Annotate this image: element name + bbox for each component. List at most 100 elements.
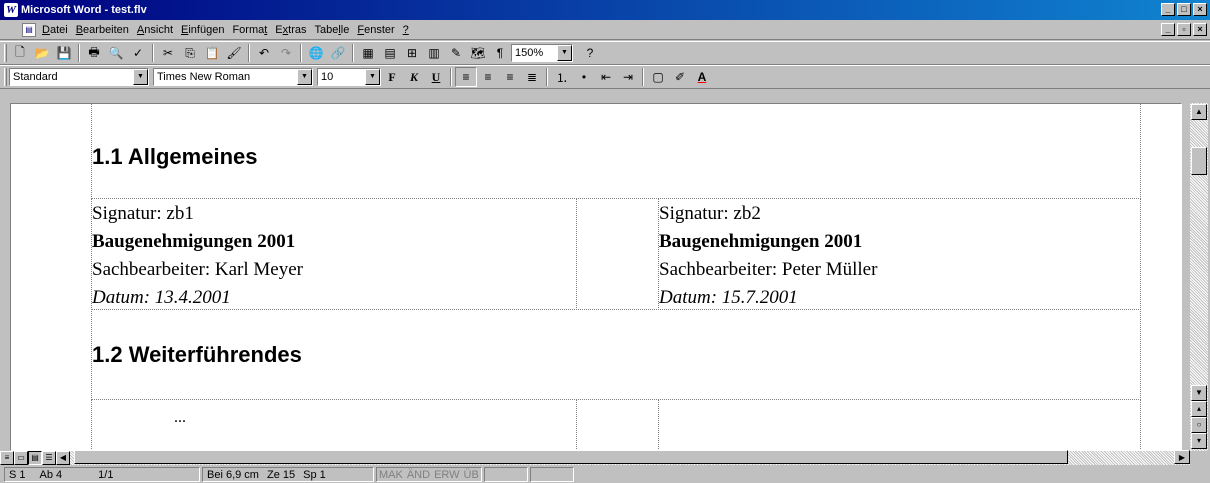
status-column: Sp 1 [303, 468, 326, 481]
toolbar-grip[interactable] [4, 44, 7, 62]
chevron-down-icon[interactable]: ▼ [297, 69, 312, 85]
format-painter-icon[interactable]: 🖌 [223, 43, 245, 63]
font-combo[interactable]: Times New Roman ▼ [153, 68, 313, 86]
status-page-panel[interactable]: S 1 Ab 4 1/1 [4, 467, 200, 482]
undo-icon[interactable]: ↶ [253, 43, 275, 63]
decrease-indent-icon[interactable]: ⇤ [595, 67, 617, 87]
redo-icon[interactable]: ↷ [275, 43, 297, 63]
table-cell-entry-3[interactable] [91, 399, 577, 450]
close-button[interactable]: × [1193, 3, 1207, 16]
heading-weiterfuehrendes: 1.2 Weiterführendes [92, 342, 302, 367]
doc-minimize-button[interactable]: _ [1161, 23, 1175, 36]
align-right-icon[interactable]: ≡ [499, 67, 521, 87]
chevron-down-icon[interactable]: ▼ [365, 69, 380, 85]
minimize-button[interactable]: _ [1161, 3, 1175, 16]
toolbar-separator [546, 68, 548, 86]
doc-close-button[interactable]: × [1193, 23, 1207, 36]
print-icon[interactable]: 🖶 [83, 43, 105, 63]
align-left-icon[interactable]: ≡ [455, 67, 477, 87]
document-page[interactable]: 1.1 Allgemeines Signatur: zb1 Baugenehmi… [11, 104, 1181, 450]
insert-excel-icon[interactable]: ⊞ [401, 43, 423, 63]
word-app-icon[interactable]: W [4, 3, 18, 17]
font-color-icon[interactable]: A [691, 67, 713, 87]
document-icon[interactable]: ▤ [22, 22, 36, 37]
maximize-button[interactable]: □ [1177, 3, 1191, 16]
drawing-icon[interactable]: ✎ [445, 43, 467, 63]
menu-help[interactable]: ? [399, 24, 413, 36]
chevron-down-icon[interactable]: ▼ [557, 45, 572, 61]
scroll-thumb-horizontal[interactable] [74, 450, 1068, 464]
entry-title: Baugenehmigungen 2001 [659, 231, 863, 252]
menu-bearbeiten[interactable]: Bearbeiten [72, 24, 133, 36]
horizontal-scrollbar[interactable]: ≡ ▭ ▤ ☰ ◀ ▶ [0, 450, 1190, 465]
table-cell-spacer[interactable] [576, 399, 659, 450]
bold-button[interactable]: F [381, 67, 403, 87]
menu-tabelle[interactable]: Tabelle [310, 24, 353, 36]
columns-icon[interactable]: ▥ [423, 43, 445, 63]
next-page-button[interactable]: ▾ [1191, 433, 1207, 449]
numbering-icon[interactable]: ⒈ [551, 67, 573, 87]
hyperlink-icon[interactable]: 🌐 [305, 43, 327, 63]
previous-page-button[interactable]: ▴ [1191, 401, 1207, 417]
increase-indent-icon[interactable]: ⇥ [617, 67, 639, 87]
outline-view-icon[interactable]: ☰ [42, 451, 56, 465]
highlight-icon[interactable]: ✐ [669, 67, 691, 87]
spelling-icon[interactable]: ✓ [127, 43, 149, 63]
status-bar: S 1 Ab 4 1/1 Bei 6,9 cm Ze 15 Sp 1 MAK Ä… [0, 466, 1210, 483]
save-icon[interactable]: 💾 [53, 43, 75, 63]
show-hide-icon[interactable]: ¶ [489, 43, 511, 63]
print-layout-icon[interactable]: ▤ [28, 451, 42, 465]
copy-icon[interactable]: ⎘ [179, 43, 201, 63]
menu-ansicht[interactable]: Ansicht [133, 24, 177, 36]
toolbar-separator [450, 68, 452, 86]
style-value: Standard [13, 71, 58, 83]
status-erw[interactable]: ERW [434, 469, 459, 481]
entry-ellipsis: ... [174, 409, 186, 426]
document-map-icon[interactable]: 🗺 [467, 43, 489, 63]
doc-restore-button[interactable]: ▫ [1177, 23, 1191, 36]
chevron-down-icon[interactable]: ▼ [133, 69, 148, 85]
menu-fenster[interactable]: Fenster [353, 24, 398, 36]
borders-icon[interactable]: ▢ [647, 67, 669, 87]
browse-object-button[interactable]: ○ [1191, 417, 1207, 433]
table-cell-entry-4[interactable] [658, 399, 1141, 450]
cut-icon[interactable]: ✂ [157, 43, 179, 63]
insert-table-icon[interactable]: ▤ [379, 43, 401, 63]
justify-icon[interactable]: ≣ [521, 67, 543, 87]
print-preview-icon[interactable]: 🔍 [105, 43, 127, 63]
scroll-thumb[interactable] [1191, 147, 1207, 175]
zoom-combo[interactable]: 150% ▼ [511, 44, 573, 62]
status-position-panel[interactable]: Bei 6,9 cm Ze 15 Sp 1 [202, 467, 374, 482]
new-document-icon[interactable]: 🗋 [9, 43, 31, 63]
size-combo[interactable]: 10 ▼ [317, 68, 381, 86]
status-and[interactable]: ÄND [407, 469, 430, 481]
italic-button[interactable]: K [403, 67, 425, 87]
scroll-up-button[interactable]: ▲ [1191, 104, 1207, 120]
style-combo[interactable]: Standard ▼ [9, 68, 149, 86]
menu-einfuegen[interactable]: Einfügen [177, 24, 228, 36]
scroll-right-button[interactable]: ▶ [1174, 450, 1190, 464]
menu-datei[interactable]: Datei [38, 24, 72, 36]
web-toolbar-icon[interactable]: 🔗 [327, 43, 349, 63]
menu-extras[interactable]: Extras [271, 24, 310, 36]
table-cell-spacer[interactable] [576, 198, 659, 310]
toolbar-grip[interactable] [4, 68, 7, 86]
menu-format[interactable]: Format [228, 24, 271, 36]
toolbar-separator [300, 44, 302, 62]
paste-icon[interactable]: 📋 [201, 43, 223, 63]
scroll-left-button[interactable]: ◀ [56, 451, 70, 465]
align-center-icon[interactable]: ≡ [477, 67, 499, 87]
scroll-down-button[interactable]: ▼ [1191, 385, 1207, 401]
underline-button[interactable]: U [425, 67, 447, 87]
web-layout-icon[interactable]: ▭ [14, 451, 28, 465]
status-mak[interactable]: MAK [379, 469, 403, 481]
toolbar-separator [642, 68, 644, 86]
toolbar-separator [248, 44, 250, 62]
vertical-scrollbar[interactable]: ▲ ▼ ▴ ○ ▾ [1190, 103, 1208, 451]
tables-borders-icon[interactable]: ▦ [357, 43, 379, 63]
normal-view-icon[interactable]: ≡ [0, 451, 14, 465]
help-icon[interactable]: ? [579, 43, 601, 63]
open-folder-icon[interactable]: 📂 [31, 43, 53, 63]
status-ub[interactable]: ÜB [464, 469, 479, 481]
bullets-icon[interactable]: • [573, 67, 595, 87]
